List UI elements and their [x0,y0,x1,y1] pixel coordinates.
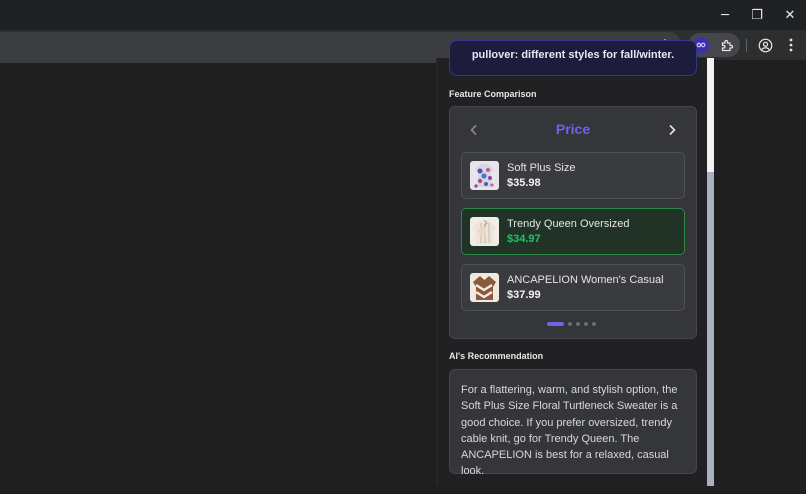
product-name: Trendy Queen Oversized [507,218,630,230]
carousel-dot[interactable] [592,322,596,326]
ai-recommendation-title: AI's Recommendation [449,351,544,361]
product-thumbnail [470,273,499,302]
product-card[interactable]: ANCAPELION Women's Casual $37.99 [461,264,685,311]
feature-comparison-title: Feature Comparison [449,89,537,99]
carousel-dot-active[interactable] [547,322,564,326]
product-name: ANCAPELION Women's Casual [507,274,664,286]
panel-bottom-edge [436,486,714,494]
carousel-dot[interactable] [584,322,588,326]
carousel-dot[interactable] [568,322,572,326]
account-circle-icon[interactable] [756,36,774,54]
page-content-top [0,60,436,63]
scrollbar-thumb[interactable] [707,172,714,486]
title-bar: ─ ❐ ✕ [0,0,806,30]
kebab-menu-icon[interactable] [782,36,800,54]
puzzle-icon[interactable] [718,36,736,54]
chevron-right-icon[interactable] [660,118,684,142]
close-button[interactable]: ✕ [773,0,806,30]
carousel-dot[interactable] [576,322,580,326]
toolbar-separator [746,39,747,52]
product-price: $35.98 [507,177,541,189]
ai-recommendation-text: For a flattering, warm, and stylish opti… [461,384,678,478]
product-card-best[interactable]: Trendy Queen Oversized $34.97 [461,208,685,255]
product-price: $34.97 [507,233,541,245]
product-price: $37.99 [507,289,541,301]
previous-summary-text: pullover: different styles for fall/wint… [471,49,675,61]
minimize-button[interactable]: ─ [708,0,742,30]
product-card[interactable]: Soft Plus Size $35.98 [461,152,685,199]
restore-button[interactable]: ❐ [740,0,774,30]
product-thumbnail [470,161,499,190]
comparison-heading: Price [555,121,591,137]
product-name: Soft Plus Size [507,162,576,174]
previous-summary-card: pullover: different styles for fall/wint… [449,40,697,76]
chevron-left-icon[interactable] [462,118,486,142]
product-thumbnail [470,217,499,246]
ai-recommendation-box: For a flattering, warm, and stylish opti… [449,369,697,478]
